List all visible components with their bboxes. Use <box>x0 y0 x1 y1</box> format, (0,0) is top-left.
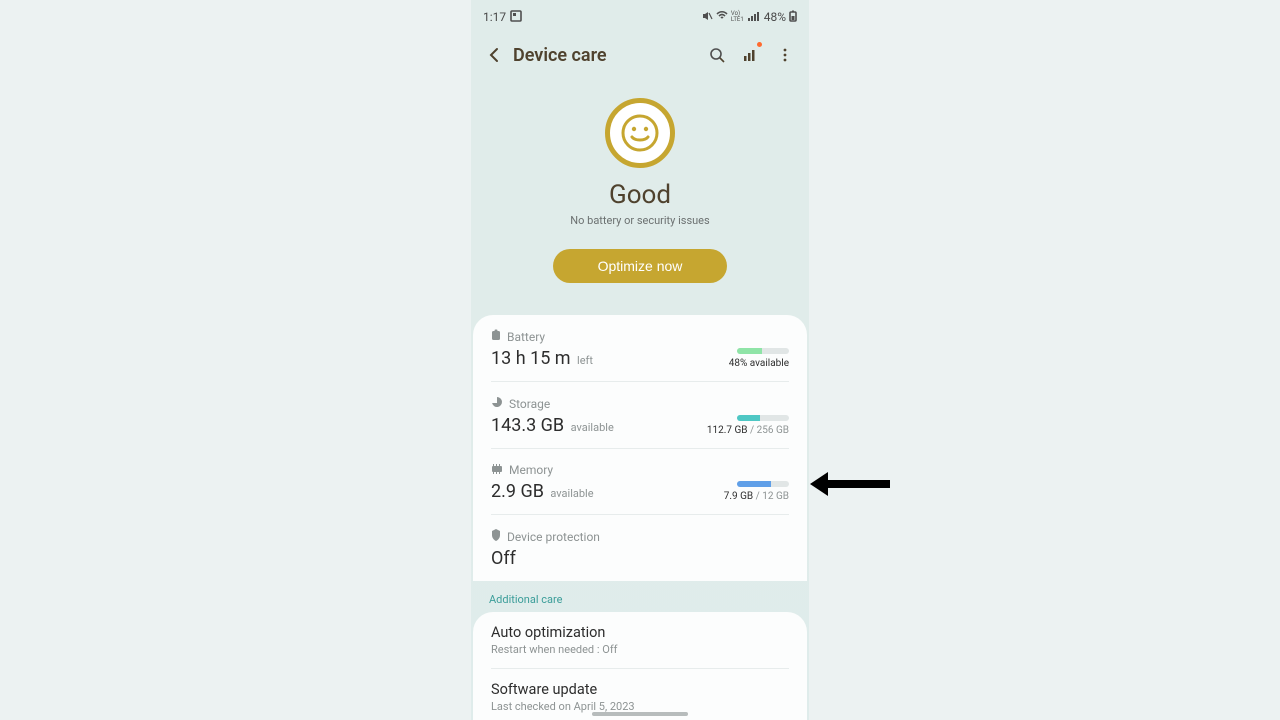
status-hero: Good No battery or security issues Optim… <box>471 98 809 283</box>
storage-bar <box>737 415 789 421</box>
status-battery-pct: 48% <box>764 10 786 24</box>
storage-value: 143.3 GB <box>491 415 564 436</box>
protection-label: Device protection <box>507 530 600 544</box>
battery-bar <box>737 348 789 354</box>
auto-opt-sub: Restart when needed : Off <box>491 643 789 656</box>
protection-value: Off <box>491 548 516 569</box>
wifi-icon <box>716 10 728 25</box>
more-button[interactable] <box>771 41 799 69</box>
memory-suffix: available <box>550 487 593 500</box>
battery-label: Battery <box>507 330 545 344</box>
status-subtitle: No battery or security issues <box>471 214 809 227</box>
memory-label: Memory <box>509 463 553 477</box>
software-title: Software update <box>491 681 789 698</box>
auto-optimization-row[interactable]: Auto optimization Restart when needed : … <box>491 612 789 669</box>
storage-suffix: available <box>571 421 614 434</box>
optimize-button[interactable]: Optimize now <box>553 249 727 283</box>
status-heading: Good <box>471 180 809 210</box>
storage-total: 256 GB <box>757 425 789 436</box>
battery-available: 48% available <box>729 358 789 369</box>
battery-suffix: left <box>577 354 593 367</box>
storage-label: Storage <box>509 397 550 411</box>
volte-icon: Vo)LTE1 <box>731 11 744 23</box>
storage-row-icon <box>491 396 503 411</box>
page-title: Device care <box>513 45 607 66</box>
annotation-arrow-icon <box>810 475 890 493</box>
protection-row[interactable]: Device protection Off <box>491 515 789 581</box>
battery-row-icon <box>491 329 501 344</box>
additional-card: Auto optimization Restart when needed : … <box>473 612 807 720</box>
memory-value: 2.9 GB <box>491 481 544 502</box>
storage-used: 112.7 GB <box>707 425 748 436</box>
memory-total: 12 GB <box>762 491 789 502</box>
additional-care-heading: Additional care <box>471 581 809 612</box>
status-time: 1:17 <box>483 10 506 24</box>
home-indicator[interactable] <box>592 712 688 716</box>
signal-icon <box>747 10 759 25</box>
status-bar: 1:17 Vo)LTE1 48% <box>471 0 809 28</box>
status-face-icon <box>605 98 675 168</box>
screenshot-icon <box>510 10 522 25</box>
metrics-card: Battery 13 h 15 m left 48% available S <box>473 315 807 581</box>
shield-icon <box>491 529 501 544</box>
auto-opt-title: Auto optimization <box>491 624 789 641</box>
memory-bar <box>737 481 789 487</box>
battery-icon <box>789 10 797 25</box>
mute-icon <box>701 10 713 25</box>
notification-dot-icon <box>757 42 762 47</box>
battery-value: 13 h 15 m <box>491 348 571 369</box>
memory-used: 7.9 GB <box>724 491 753 502</box>
storage-sep: / <box>750 425 757 436</box>
phone-frame: 1:17 Vo)LTE1 48% Device car <box>471 0 809 720</box>
app-header: Device care <box>471 28 809 82</box>
storage-row[interactable]: Storage 143.3 GB available 112.7 GB / 25… <box>491 382 789 449</box>
usage-button[interactable] <box>737 41 765 69</box>
search-button[interactable] <box>703 41 731 69</box>
memory-row-icon <box>491 463 503 477</box>
back-button[interactable] <box>481 41 509 69</box>
battery-row[interactable]: Battery 13 h 15 m left 48% available <box>491 315 789 382</box>
memory-row[interactable]: Memory 2.9 GB available 7.9 GB / 12 GB <box>491 449 789 515</box>
